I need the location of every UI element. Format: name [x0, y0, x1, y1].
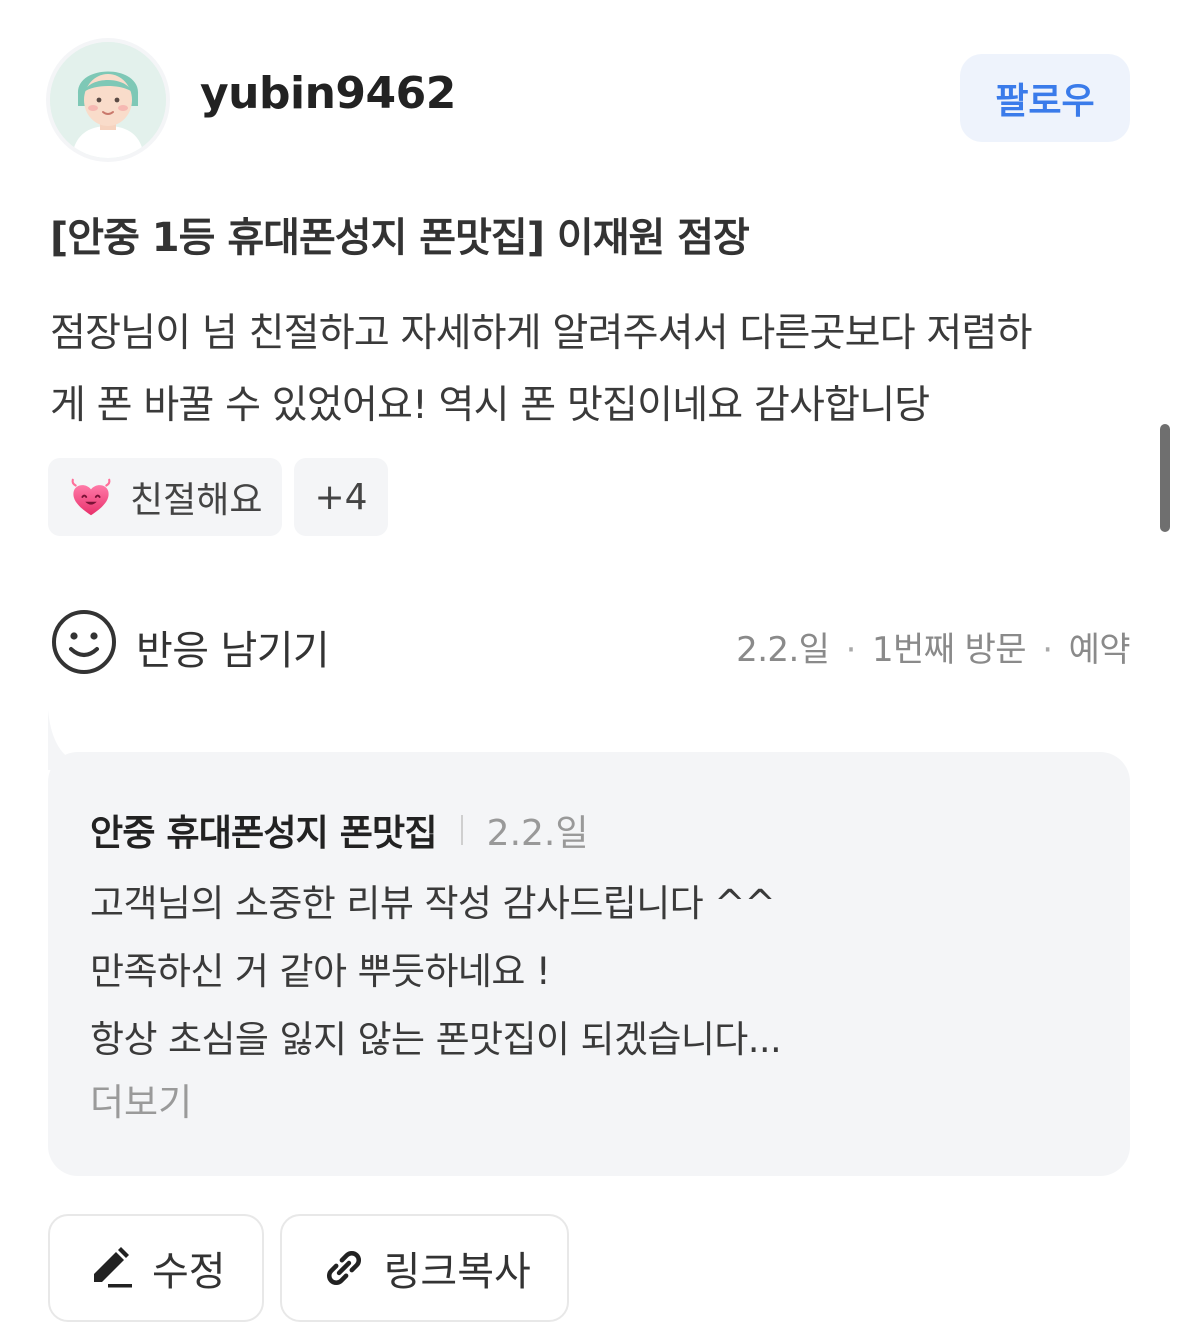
reply-line: 만족하신 거 같아 뿌듯하네요 !	[90, 950, 551, 993]
keyword-tags: 친절해요 +4	[48, 458, 388, 536]
reply-line: 고객님의 소중한 리뷰 작성 감사드립니다 ^^	[90, 882, 776, 925]
divider	[460, 815, 463, 845]
avatar[interactable]	[50, 42, 166, 158]
reply-text: 고객님의 소중한 리뷰 작성 감사드립니다 ^^ 만족하신 거 같아 뿌듯하네요…	[90, 870, 1090, 1074]
copy-link-label: 링크복사	[383, 1249, 531, 1295]
copy-link-button[interactable]: 링크복사	[279, 1214, 569, 1322]
more-tags-count: +4	[314, 476, 368, 518]
smile-icon[interactable]	[50, 608, 118, 676]
heart-smile-icon	[71, 478, 111, 516]
edit-label: 수정	[152, 1249, 226, 1295]
reaction-row: 반응 남기기 2.2.일 · 1번째 방문 · 예약	[50, 606, 1131, 678]
follow-button[interactable]: 팔로우	[960, 54, 1130, 142]
keyword-tag-kind[interactable]: 친절해요	[48, 458, 283, 536]
leave-reaction-button[interactable]: 반응 남기기	[136, 618, 330, 676]
reply-line: 항상 초심을 잃지 않는 폰맛집이 되겠습니다...	[90, 1018, 782, 1061]
store-name[interactable]: 안중 휴대폰성지 폰맛집	[90, 804, 437, 856]
review-title: [안중 1등 휴대폰성지 폰맛집] 이재원 점장	[50, 215, 750, 261]
review-body-line: 점장님이 넘 친절하고 자세하게 알려주셔서 다른곳보다 저렴하	[50, 311, 1032, 356]
edit-button[interactable]: 수정	[48, 1214, 264, 1322]
review-body: 점장님이 넘 친절하고 자세하게 알려주셔서 다른곳보다 저렴하 게 폰 바꿀 …	[50, 298, 1130, 442]
review-body-line: 게 폰 바꿀 수 있었어요! 역시 폰 맛집이네요 감사합니당	[50, 383, 930, 428]
scrollbar[interactable]	[1160, 424, 1170, 532]
visit-meta: 2.2.일 · 1번째 방문 · 예약	[736, 622, 1130, 671]
keyword-tag-label: 친절해요	[130, 480, 263, 521]
pencil-icon	[94, 1247, 132, 1288]
reply-date: 2.2.일	[486, 813, 589, 854]
owner-reply: 안중 휴대폰성지 폰맛집 2.2.일 고객님의 소중한 리뷰 작성 감사드립니다…	[48, 752, 1130, 1176]
action-bar: 수정 링크복사	[48, 1214, 569, 1322]
visit-type: 예약	[1068, 630, 1131, 670]
meta-separator: ·	[845, 630, 857, 670]
meta-separator: ·	[1042, 630, 1053, 670]
show-more-link[interactable]: 더보기	[90, 1072, 192, 1126]
visit-date: 2.2.일	[736, 630, 830, 670]
username[interactable]: yubin9462	[200, 68, 456, 119]
more-tags-button[interactable]: +4	[294, 458, 388, 536]
visit-count: 1번째 방문	[872, 630, 1027, 670]
link-icon	[326, 1251, 361, 1285]
avatar-illustration	[50, 42, 166, 158]
reply-header: 안중 휴대폰성지 폰맛집 2.2.일	[90, 804, 589, 856]
profile-header: yubin9462 팔로우	[50, 42, 1130, 158]
